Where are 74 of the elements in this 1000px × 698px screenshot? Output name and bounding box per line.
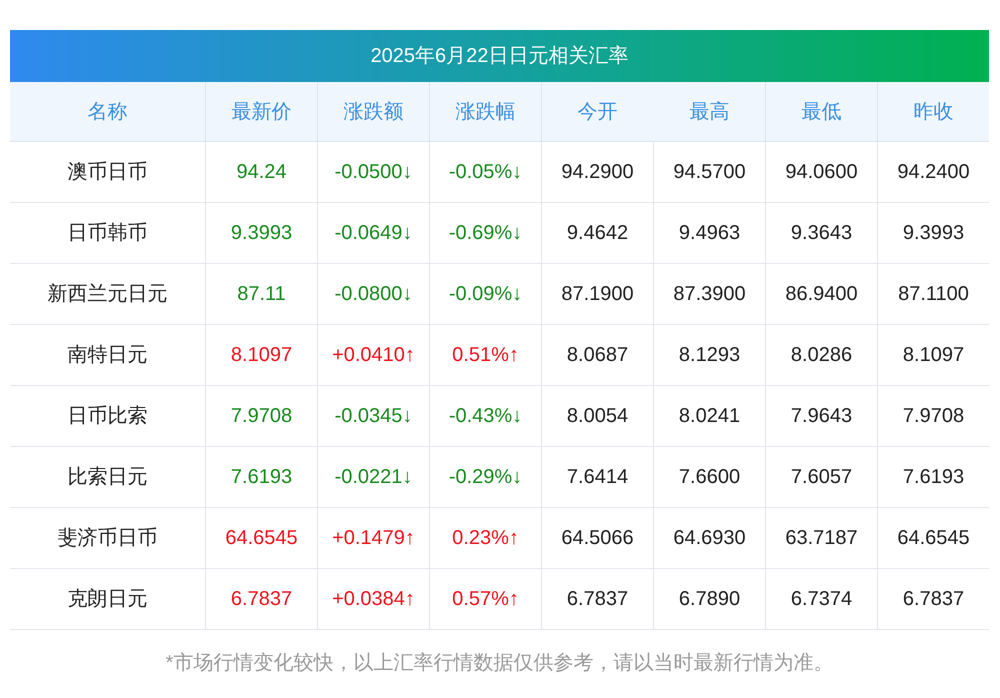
column-header: 最新价	[205, 82, 317, 142]
table-cell: 7.9643	[765, 386, 877, 447]
column-header: 名称	[10, 82, 205, 142]
table-cell: 7.6057	[765, 447, 877, 508]
table-cell: 9.4963	[653, 203, 765, 264]
table-cell: +0.1479↑	[317, 508, 429, 569]
table-title: 2025年6月22日日元相关汇率	[10, 30, 989, 82]
table-cell: 8.1097	[205, 325, 317, 386]
table-cell: 0.51%↑	[429, 325, 541, 386]
table-cell: 新西兰元日元	[10, 264, 205, 325]
table-cell: 64.6545	[877, 508, 989, 569]
table-cell: 日币韩币	[10, 203, 205, 264]
table-cell: 9.3993	[877, 203, 989, 264]
table-cell: 64.5066	[541, 508, 653, 569]
table-cell: 比索日元	[10, 447, 205, 508]
table-cell: 克朗日元	[10, 569, 205, 630]
column-header: 最低	[765, 82, 877, 142]
table-cell: -0.0800↓	[317, 264, 429, 325]
table-cell: 0.23%↑	[429, 508, 541, 569]
table-cell: 6.7837	[877, 569, 989, 630]
table-cell: -0.43%↓	[429, 386, 541, 447]
table-cell: +0.0384↑	[317, 569, 429, 630]
table-cell: 87.11	[205, 264, 317, 325]
table-cell: 7.6600	[653, 447, 765, 508]
table-cell: 8.0286	[765, 325, 877, 386]
table-cell: 8.0687	[541, 325, 653, 386]
column-header: 涨跌幅	[429, 82, 541, 142]
table-cell: 9.4642	[541, 203, 653, 264]
table-cell: 6.7837	[205, 569, 317, 630]
table-cell: 6.7890	[653, 569, 765, 630]
column-header: 涨跌额	[317, 82, 429, 142]
table-cell: 87.3900	[653, 264, 765, 325]
table-cell: 8.1293	[653, 325, 765, 386]
table-cell: 94.24	[205, 142, 317, 203]
table-cell: -0.0500↓	[317, 142, 429, 203]
table-cell: 7.6414	[541, 447, 653, 508]
footnote: *市场行情变化较快，以上汇率行情数据仅供参考，请以当时最新行情为准。	[164, 651, 834, 676]
table-cell: 日币比索	[10, 386, 205, 447]
table-cell: 7.6193	[877, 447, 989, 508]
table-cell: 8.1097	[877, 325, 989, 386]
table-cell: 南特日元	[10, 325, 205, 386]
table-cell: -0.69%↓	[429, 203, 541, 264]
table-cell: 0.57%↑	[429, 569, 541, 630]
table-cell: 94.2400	[877, 142, 989, 203]
table-cell: -0.0649↓	[317, 203, 429, 264]
table-cell: 63.7187	[765, 508, 877, 569]
table-cell: -0.0345↓	[317, 386, 429, 447]
table-cell: 7.6193	[205, 447, 317, 508]
table-cell: 87.1900	[541, 264, 653, 325]
column-header: 最高	[653, 82, 765, 142]
table-cell: 8.0241	[653, 386, 765, 447]
table-cell: 94.2900	[541, 142, 653, 203]
table-cell: 87.1100	[877, 264, 989, 325]
table-cell: 94.0600	[765, 142, 877, 203]
table-cell: 8.0054	[541, 386, 653, 447]
table-cell: 9.3643	[765, 203, 877, 264]
table-cell: -0.05%↓	[429, 142, 541, 203]
table-cell: -0.0221↓	[317, 447, 429, 508]
table-cell: 9.3993	[205, 203, 317, 264]
table-cell: 64.6930	[653, 508, 765, 569]
column-header: 今开	[541, 82, 653, 142]
table-cell: 86.9400	[765, 264, 877, 325]
table-cell: 斐济币日币	[10, 508, 205, 569]
table-cell: +0.0410↑	[317, 325, 429, 386]
table-cell: 94.5700	[653, 142, 765, 203]
table-cell: -0.29%↓	[429, 447, 541, 508]
table-cell: 7.9708	[877, 386, 989, 447]
table-cell: 6.7837	[541, 569, 653, 630]
table-cell: 澳币日币	[10, 142, 205, 203]
table-cell: 7.9708	[205, 386, 317, 447]
table-cell: 6.7374	[765, 569, 877, 630]
table-cell: 64.6545	[205, 508, 317, 569]
table-cell: -0.09%↓	[429, 264, 541, 325]
column-header: 昨收	[877, 82, 989, 142]
